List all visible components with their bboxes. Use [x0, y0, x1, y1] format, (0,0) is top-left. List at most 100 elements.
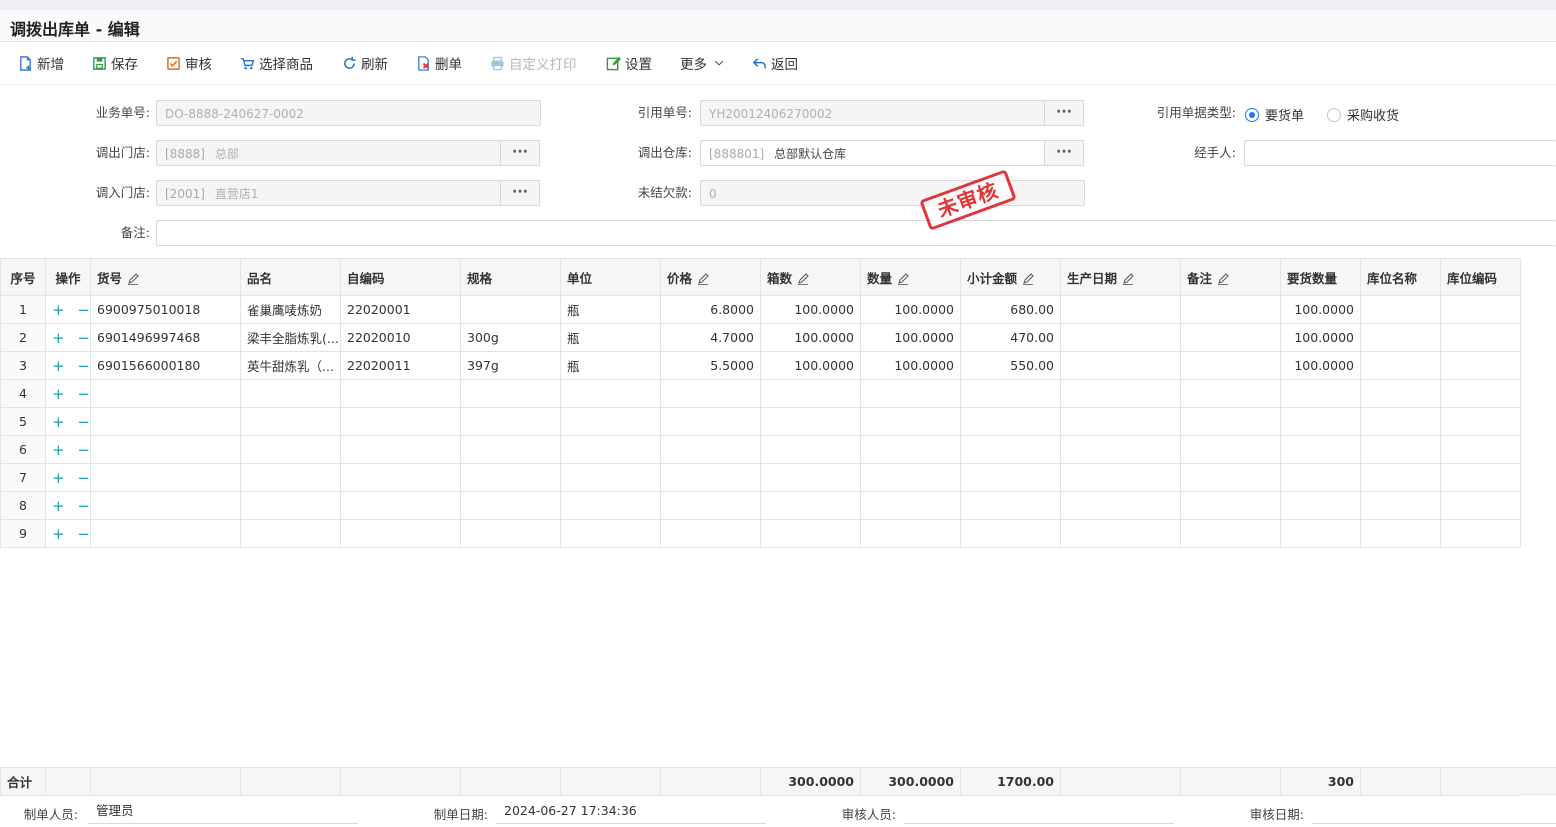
cell-loc-name[interactable]	[1360, 351, 1441, 380]
cell-subtotal[interactable]: 550.00	[960, 351, 1061, 380]
out-warehouse-picker-button[interactable]: ···	[1044, 140, 1084, 166]
cell-unit[interactable]	[560, 379, 661, 408]
cell-unit[interactable]: 瓶	[560, 323, 661, 352]
cell-loc-name[interactable]	[1360, 519, 1441, 548]
cell-loc-code[interactable]	[1440, 351, 1521, 380]
cell-subtotal[interactable]	[960, 435, 1061, 464]
ref-type-radio-purchase[interactable]: 采购收货	[1327, 105, 1399, 124]
add-remove-row-buttons[interactable]: + −	[52, 441, 90, 459]
add-remove-row-buttons[interactable]: + −	[52, 525, 90, 543]
cell-unit[interactable]	[560, 463, 661, 492]
cell-prod-date[interactable]	[1060, 323, 1181, 352]
back-button[interactable]: 返回	[752, 54, 798, 73]
cell-boxes[interactable]: 100.0000	[760, 295, 861, 324]
cell-prod-date[interactable]	[1060, 491, 1181, 520]
cell-price[interactable]	[660, 463, 761, 492]
cell-remark[interactable]	[1180, 491, 1281, 520]
cell-price[interactable]	[660, 407, 761, 436]
cell-subtotal[interactable]	[960, 491, 1061, 520]
cell-unit[interactable]: 瓶	[560, 351, 661, 380]
ref-no-picker-button[interactable]: ···	[1044, 100, 1084, 126]
cell-loc-name[interactable]	[1360, 379, 1441, 408]
cell-remark[interactable]	[1180, 407, 1281, 436]
cell-prod-date[interactable]	[1060, 295, 1181, 324]
cell-prod-date[interactable]	[1060, 435, 1181, 464]
cell-remark[interactable]	[1180, 295, 1281, 324]
ref-no-field[interactable]: YH20012406270002	[700, 100, 1045, 126]
cell-prod-date[interactable]	[1060, 463, 1181, 492]
more-dropdown[interactable]: 更多	[680, 54, 725, 73]
biz-no-field[interactable]: DO-8888-240627-0002	[156, 100, 541, 126]
maker-field[interactable]: 管理员	[88, 798, 358, 824]
cell-sku[interactable]	[90, 435, 241, 464]
cell-loc-name[interactable]	[1360, 407, 1441, 436]
cell-qty[interactable]	[860, 379, 961, 408]
cell-loc-code[interactable]	[1440, 435, 1521, 464]
cell-boxes[interactable]	[760, 519, 861, 548]
cell-sku[interactable]	[90, 463, 241, 492]
add-remove-row-buttons[interactable]: + −	[52, 357, 90, 375]
cell-qty[interactable]: 100.0000	[860, 295, 961, 324]
cell-name[interactable]: 英牛甜炼乳（...	[240, 351, 341, 380]
cell-unit[interactable]: 瓶	[560, 295, 661, 324]
cell-boxes[interactable]: 100.0000	[760, 351, 861, 380]
cell-sku[interactable]	[90, 519, 241, 548]
cell-loc-code[interactable]	[1440, 407, 1521, 436]
cell-spec[interactable]	[460, 379, 561, 408]
save-button[interactable]: 保存	[92, 54, 138, 73]
cell-unit[interactable]	[560, 519, 661, 548]
cell-sku[interactable]	[90, 379, 241, 408]
cell-loc-code[interactable]	[1440, 295, 1521, 324]
cell-loc-code[interactable]	[1440, 379, 1521, 408]
cell-req-qty[interactable]	[1280, 519, 1361, 548]
out-store-picker-button[interactable]: ···	[500, 140, 540, 166]
cell-unit[interactable]	[560, 491, 661, 520]
cell-qty[interactable]	[860, 435, 961, 464]
add-remove-row-buttons[interactable]: + −	[52, 329, 90, 347]
out-warehouse-field[interactable]: [888801] 总部默认仓库	[700, 140, 1045, 166]
cell-subtotal[interactable]: 470.00	[960, 323, 1061, 352]
cell-selfcode[interactable]	[340, 435, 461, 464]
cell-remark[interactable]	[1180, 519, 1281, 548]
cell-loc-code[interactable]	[1440, 491, 1521, 520]
cell-price[interactable]: 4.7000	[660, 323, 761, 352]
cell-loc-name[interactable]	[1360, 463, 1441, 492]
add-button[interactable]: 新增	[18, 54, 64, 73]
cell-qty[interactable]	[860, 519, 961, 548]
cell-qty[interactable]	[860, 407, 961, 436]
col-price[interactable]: 价格	[660, 258, 761, 296]
cell-selfcode[interactable]	[340, 519, 461, 548]
add-remove-row-buttons[interactable]: + −	[52, 385, 90, 403]
cell-name[interactable]: 雀巢鹰唛炼奶	[240, 295, 341, 324]
audit-button[interactable]: 审核	[166, 54, 212, 73]
cell-subtotal[interactable]	[960, 463, 1061, 492]
cell-spec[interactable]: 300g	[460, 323, 561, 352]
cell-remark[interactable]	[1180, 379, 1281, 408]
cell-price[interactable]	[660, 435, 761, 464]
cell-loc-code[interactable]	[1440, 519, 1521, 548]
cell-spec[interactable]	[460, 295, 561, 324]
col-boxes[interactable]: 箱数	[760, 258, 861, 296]
cell-req-qty[interactable]	[1280, 491, 1361, 520]
cell-price[interactable]: 5.5000	[660, 351, 761, 380]
cell-boxes[interactable]: 100.0000	[760, 323, 861, 352]
cell-req-qty[interactable]: 100.0000	[1280, 295, 1361, 324]
make-date-field[interactable]: 2024-06-27 17:34:36	[496, 798, 766, 824]
cell-boxes[interactable]	[760, 379, 861, 408]
cell-req-qty[interactable]: 100.0000	[1280, 323, 1361, 352]
cell-req-qty[interactable]	[1280, 407, 1361, 436]
cell-req-qty[interactable]	[1280, 379, 1361, 408]
cell-name[interactable]	[240, 435, 341, 464]
col-prod-date[interactable]: 生产日期	[1060, 258, 1181, 296]
cell-name[interactable]	[240, 491, 341, 520]
cell-qty[interactable]: 100.0000	[860, 323, 961, 352]
cell-remark[interactable]	[1180, 351, 1281, 380]
cell-spec[interactable]	[460, 463, 561, 492]
add-remove-row-buttons[interactable]: + −	[52, 469, 90, 487]
cell-spec[interactable]	[460, 491, 561, 520]
cell-price[interactable]: 6.8000	[660, 295, 761, 324]
cell-selfcode[interactable]	[340, 379, 461, 408]
handler-field[interactable]	[1244, 140, 1556, 166]
cell-loc-name[interactable]	[1360, 435, 1441, 464]
cell-selfcode[interactable]	[340, 463, 461, 492]
